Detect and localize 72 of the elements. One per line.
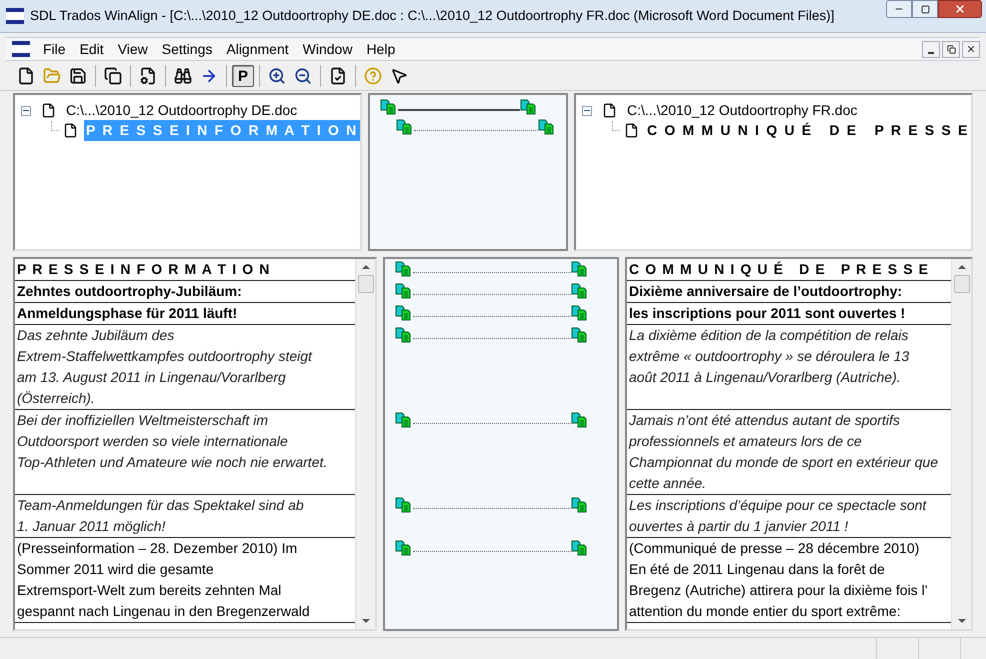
document-pair-icon [571,283,589,299]
menu-item[interactable]: Settings [154,38,220,60]
document-icon [41,103,56,118]
alignment-link[interactable] [395,496,589,514]
segment-text[interactable]: Bei der inoffiziellen Weltmeisterschaft im Outdoorsport werden so viele internationale Top-Athleten und Amateure wie noch nie erwartet. [15,410,355,473]
alignment-link[interactable] [395,539,589,557]
segment-text[interactable]: (Communiqué de presse – 28 décembre 2010) En été de 2011 Lingenau dans la forêt de Bregenz (Autriche) attirera pour la dixième fois l’ attention du monde entier du sport extrême: [627,538,951,622]
document-pair-icon [395,412,413,428]
segment-text[interactable]: Dixième anniversaire de l’outdoortrophy: [627,281,951,302]
document-pair-icon [396,119,414,135]
document-pair-icon [571,327,589,343]
document-pair-icon [571,261,589,277]
menu-item[interactable]: Alignment [219,38,296,60]
collapse-toggle[interactable] [21,106,31,116]
alignment-link[interactable] [395,282,589,300]
scrollbar[interactable] [951,259,971,629]
close-button[interactable] [962,40,980,58]
segment-text[interactable]: (Presseinformation – 28. Dezember 2010) Im Sommer 2011 wird die gesamte Extremsport-Welt zum bereits zehnten Mal gespannt nach Lingenau in den Bregenzerwald [15,538,355,622]
alignment-link[interactable] [395,304,589,322]
close-button[interactable] [938,0,982,18]
menu-item[interactable]: Window [296,38,360,60]
alignment-link[interactable] [380,98,538,116]
segment-text[interactable]: Anmeldungsphase für 2011 läuft! [15,303,355,324]
menu-item[interactable]: Help [359,38,402,60]
menu-item[interactable]: File [36,38,73,60]
document-icon [12,41,30,57]
segment-text[interactable]: Zehntes outdoortrophy-Jubiläum: [15,281,355,302]
maximize-icon [920,4,930,14]
close-icon [966,44,976,54]
segment-text[interactable]: les inscriptions pour 2011 sont ouvertes ! [627,303,951,324]
document-icon [624,123,640,138]
document-icon [63,123,78,138]
menu-item[interactable]: View [110,38,155,60]
segment-text[interactable]: C O M M U N I Q U É D E P R E S S E [627,259,951,280]
document-pair-icon [395,540,413,556]
document-pair-icon [395,497,413,513]
alignment-link[interactable] [396,118,556,136]
scrollbar[interactable] [355,259,375,629]
document-pair-icon [520,99,538,115]
segment-text[interactable]: Team-Anmeldungen für das Spektakel sind ab 1. Januar 2011 möglich! [15,495,355,537]
segment-text[interactable]: P R E S S E I N F O R M A T I O N [15,259,355,280]
segment-text[interactable]: La dixième édition de la compétition de relais extrême « outdoortrophy » se déroulera le 13 août 2011 à Lingenau/Vorarlberg (Autriche). [627,325,951,388]
tree-node[interactable]: C O M M U N I Q U É D E P R E S S E [645,120,971,141]
segment-text[interactable]: Jamais n’ont été attendus autant de sportifs professionnels et amateurs lors de ce Championnat du monde de sport en extérieur que cette année. [627,410,951,494]
document-pair-icon [395,327,413,343]
document-pair-icon [571,540,589,556]
app-icon [6,8,24,24]
alignment-link[interactable] [395,260,589,278]
minimize-button[interactable] [922,40,940,58]
document-pair-icon [380,99,398,115]
file-name[interactable]: C:\...\2010_12 Outdoortrophy DE.doc [66,100,298,121]
document-pair-icon [571,305,589,321]
paragraph-toggle-button[interactable]: P [232,64,254,86]
document-pair-icon [571,412,589,428]
segment-text[interactable]: Das zehnte Jubiläum des Extrem-Staffelwettkampfes outdoortrophy steigt am 13. August 2011 in Lingenau/Vorarlberg (Österreich). [15,325,355,409]
maximize-button[interactable] [912,0,938,18]
document-pair-icon [538,119,556,135]
file-name[interactable]: C:\...\2010_12 Outdoortrophy FR.doc [627,100,858,121]
close-icon [954,3,966,15]
document-pair-icon [395,305,413,321]
alignment-link[interactable] [395,411,589,429]
document-pair-icon [571,497,589,513]
restore-button[interactable] [942,40,960,58]
document-icon [602,103,618,118]
collapse-toggle[interactable] [582,106,592,116]
document-pair-icon [395,283,413,299]
menu-item[interactable]: Edit [72,38,111,60]
restore-icon [946,44,956,54]
window-title: SDL Trados WinAlign - [C:\...\2010_12 Outdoortrophy DE.doc : C:\...\2010_12 Outdoortrophy FR.doc (Microsoft Word Document Files)] [30,6,834,25]
alignment-link[interactable] [395,326,589,344]
document-pair-icon [395,261,413,277]
segment-text[interactable]: Les inscriptions d’équipe pour ce spectacle sont ouvertes à partir du 1 janvier 2011 ! [627,495,951,537]
